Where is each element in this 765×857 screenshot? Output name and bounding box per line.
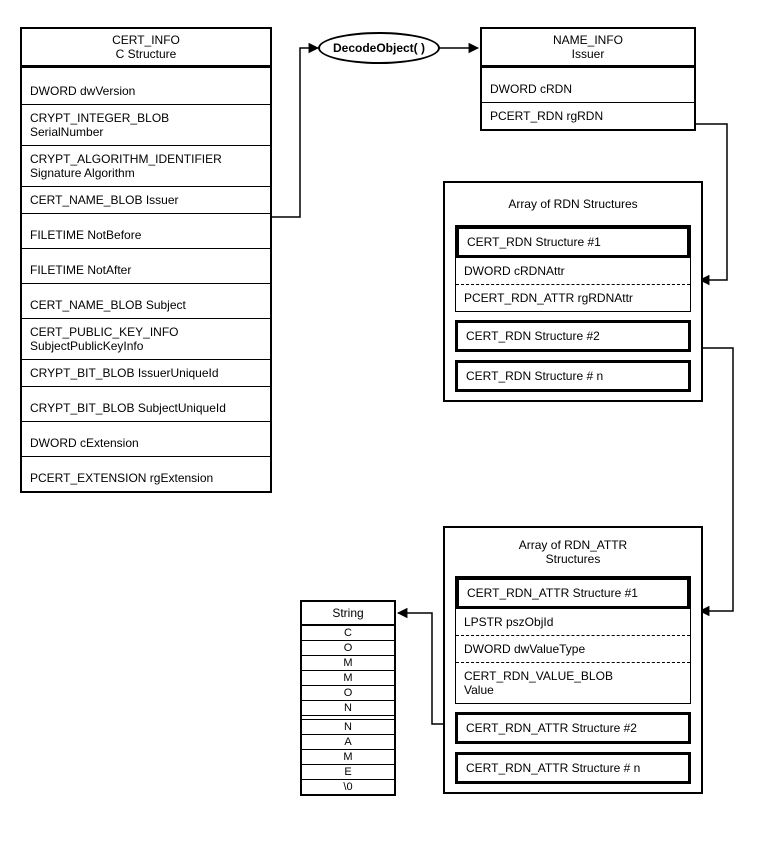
name-info-title1: NAME_INFO bbox=[486, 33, 690, 47]
string-char: C bbox=[302, 626, 394, 641]
name-info-row-rgRDN: PCERT_RDN rgRDN bbox=[482, 103, 694, 129]
string-char: M bbox=[302, 750, 394, 765]
rdn-struct-1-row-rgRDNAttr: PCERT_RDN_ATTR rgRDNAttr bbox=[456, 285, 690, 311]
cert-info-row: CRYPT_ALGORITHM_IDENTIFIERSignature Algo… bbox=[22, 146, 270, 187]
string-char: N bbox=[302, 701, 394, 716]
cert-info-row: DWORD dwVersion bbox=[22, 78, 270, 105]
name-info-row: DWORD cRDN bbox=[482, 76, 694, 103]
rdn-attr-struct-2: CERT_RDN_ATTR Structure #2 bbox=[455, 712, 691, 744]
cert-info-row: FILETIME NotAfter bbox=[22, 257, 270, 284]
string-title: String bbox=[302, 602, 394, 626]
rdn-attr-struct-1-row: LPSTR pszObjId bbox=[456, 609, 690, 636]
rdn-attr-struct-1-row-value: CERT_RDN_VALUE_BLOBValue bbox=[456, 663, 690, 703]
string-char: M bbox=[302, 671, 394, 686]
rdn-array-box: Array of RDN Structures CERT_RDN Structu… bbox=[443, 181, 703, 402]
string-char: O bbox=[302, 641, 394, 656]
rdn-attr-struct-1-row: DWORD dwValueType bbox=[456, 636, 690, 663]
cert-info-row: CRYPT_INTEGER_BLOBSerialNumber bbox=[22, 105, 270, 146]
string-box: String C O M M O N N A M E \0 bbox=[300, 600, 396, 796]
cert-info-title2: C Structure bbox=[26, 47, 266, 61]
cert-info-row: PCERT_EXTENSION rgExtension bbox=[22, 465, 270, 491]
rdn-struct-n: CERT_RDN Structure # n bbox=[455, 360, 691, 392]
string-char: M bbox=[302, 656, 394, 671]
string-char: \0 bbox=[302, 780, 394, 794]
string-char: E bbox=[302, 765, 394, 780]
cert-info-row: CERT_PUBLIC_KEY_INFOSubjectPublicKeyInfo bbox=[22, 319, 270, 360]
cert-info-row: CRYPT_BIT_BLOB IssuerUniqueId bbox=[22, 360, 270, 387]
cert-info-row: DWORD cExtension bbox=[22, 430, 270, 457]
cert-info-row: CERT_NAME_BLOB Subject bbox=[22, 292, 270, 319]
rdn-struct-1-row: DWORD cRDNAttr bbox=[456, 258, 690, 285]
string-char: A bbox=[302, 735, 394, 750]
rdn-attr-array-title1: Array of RDN_ATTR bbox=[449, 538, 697, 552]
rdn-array-title: Array of RDN Structures bbox=[449, 197, 697, 211]
string-char: N bbox=[302, 720, 394, 735]
cert-info-title1: CERT_INFO bbox=[26, 33, 266, 47]
cert-info-row: CRYPT_BIT_BLOB SubjectUniqueId bbox=[22, 395, 270, 422]
cert-info-row: FILETIME NotBefore bbox=[22, 222, 270, 249]
decode-label: DecodeObject( ) bbox=[333, 41, 425, 55]
name-info-title2: Issuer bbox=[486, 47, 690, 61]
string-char: O bbox=[302, 686, 394, 701]
rdn-struct-1-title: CERT_RDN Structure #1 bbox=[456, 226, 690, 258]
name-info-struct: NAME_INFO Issuer DWORD cRDN PCERT_RDN rg… bbox=[480, 27, 696, 131]
cert-info-row-issuer: CERT_NAME_BLOB Issuer bbox=[22, 187, 270, 214]
rdn-attr-struct-1-title: CERT_RDN_ATTR Structure #1 bbox=[456, 577, 690, 609]
rdn-struct-2: CERT_RDN Structure #2 bbox=[455, 320, 691, 352]
decode-object-node: DecodeObject( ) bbox=[318, 32, 440, 64]
rdn-attr-array-title2: Structures bbox=[449, 552, 697, 566]
rdn-attr-array-box: Array of RDN_ATTR Structures CERT_RDN_AT… bbox=[443, 526, 703, 794]
cert-info-struct: CERT_INFO C Structure DWORD dwVersion CR… bbox=[20, 27, 272, 493]
rdn-attr-struct-n: CERT_RDN_ATTR Structure # n bbox=[455, 752, 691, 784]
